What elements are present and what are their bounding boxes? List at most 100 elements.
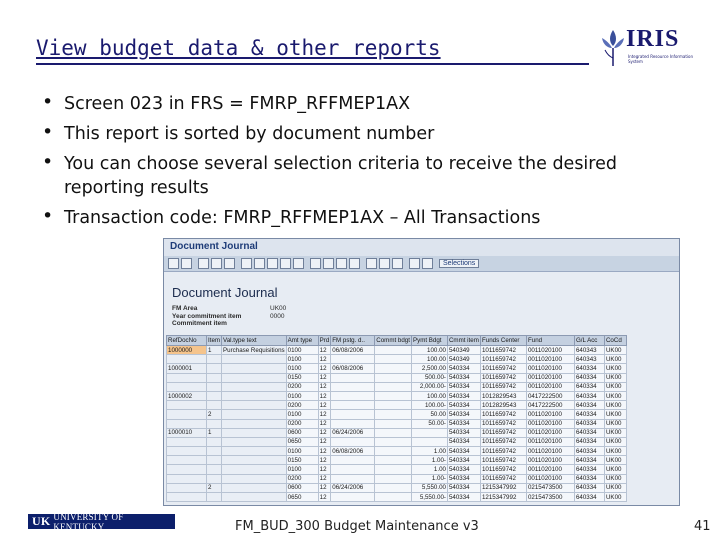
tree-icon[interactable] [422,258,433,269]
column-header[interactable]: Cmmt item [446,335,481,346]
table-row[interactable]: 0200 12 1.00- 540334 1011659742 0011020100 640… [166,473,627,484]
table-cell: 0200 [285,473,319,484]
table-row[interactable]: 2 0600 12 06/24/2006 5,550.00 540334 121534799… [166,482,627,494]
table-cell: 640334 [573,418,605,429]
subtotal-icon[interactable] [293,258,304,269]
table-cell: 12 [317,363,332,374]
table-cell: 0100 [285,363,319,374]
table-row[interactable]: 1000010 1 0600 12 06/24/2006 540334 1011659742… [166,427,627,438]
table-cell [330,455,376,466]
table-row[interactable]: 2 0100 12 50.00 540334 1011659742 0011020100 64… [166,409,627,420]
column-header[interactable]: Item [205,335,223,346]
table-cell [221,427,287,438]
find-next-icon[interactable] [224,258,235,269]
column-header[interactable]: G/L Acc [573,335,605,346]
column-header[interactable]: Amt type [285,335,319,346]
table-cell: 640334 [573,400,605,411]
column-header[interactable]: CoCd [603,335,627,346]
table-cell: 640334 [573,436,605,448]
table-cell: 12 [317,409,332,420]
table-row[interactable]: 0650 12 540334 1011659742 0011020100 640334 UK… [166,436,627,448]
column-header[interactable]: FM pstg. d.. [330,335,376,346]
table-cell [205,491,223,503]
table-cell [221,473,287,484]
table-cell [330,372,376,383]
table-cell [166,381,207,392]
table-cell [221,418,287,429]
table-cell: 100.00 [410,344,448,356]
export-icon[interactable] [310,258,321,269]
table-row[interactable]: 1000002 0100 12 100.00 540334 1012829543 04172… [166,390,627,402]
table-cell [166,482,207,494]
table-cell: 0150 [285,455,319,466]
table-cell [374,436,412,448]
table-cell: 540334 [446,473,481,484]
table-cell: 12 [317,400,332,411]
column-header[interactable]: Funds Center [479,335,527,346]
sort-ascending-icon[interactable] [241,258,252,269]
table-cell [374,427,412,438]
selections-button[interactable]: Selections [439,259,480,268]
save-layout-icon[interactable] [392,258,403,269]
table-row[interactable]: 0200 12 2,000.00- 540334 1011659742 001102010… [166,381,627,392]
info-icon[interactable] [409,258,420,269]
table-cell: 0215473500 [525,482,575,494]
column-header[interactable]: Val.type text [221,335,287,346]
table-cell [166,473,207,484]
total-icon[interactable] [280,258,291,269]
table-cell [330,354,376,365]
print-icon[interactable] [198,258,209,269]
table-cell [205,400,223,411]
local-file-icon[interactable] [349,258,360,269]
select-layout-icon[interactable] [379,258,390,269]
table-cell [166,436,207,448]
select-all-icon[interactable] [168,258,179,269]
table-cell: 1011659742 [479,473,527,484]
table-cell [330,491,376,503]
table-cell: 0011020100 [525,436,575,448]
table-cell: 540349 [446,344,481,356]
table-row[interactable]: 0100 12 1.00 540334 1011659742 0011020100 6403… [166,464,627,475]
table-cell: 0011020100 [525,455,575,466]
table-cell: 0200 [285,400,319,411]
table-cell [221,464,287,475]
table-cell: 640334 [573,491,605,503]
table-cell: 12 [317,427,332,438]
table-cell [374,354,412,365]
column-header[interactable]: Prd [317,335,332,346]
table-cell: 1000000 [166,344,207,356]
iris-logo-text: IRIS [626,26,680,52]
table-row[interactable]: 0100 12 100.00 540349 1011659742 0011020100 64… [166,354,627,365]
table-row[interactable]: 0100 12 06/08/2006 1.00 540334 1011659742 0011… [166,446,627,457]
table-row[interactable]: 0150 12 1.00- 540334 1011659742 0011020100 640… [166,455,627,466]
table-cell [221,436,287,448]
table-row[interactable]: 0150 12 500.00- 540334 1011659742 0011020100 6… [166,372,627,383]
table-row[interactable]: 0200 12 100.00- 540334 1012829543 0417222500 6… [166,400,627,411]
table-cell: 0011020100 [525,418,575,429]
find-icon[interactable] [211,258,222,269]
table-cell: 640334 [573,446,605,457]
word-processing-icon[interactable] [336,258,347,269]
table-cell: 0011020100 [525,381,575,392]
column-header[interactable]: Pymt Bdgt [410,335,448,346]
table-row[interactable]: 0650 12 5,550.00- 540334 1215347992 021547350… [166,491,627,503]
table-cell: 0011020100 [525,409,575,420]
spreadsheet-icon[interactable] [323,258,334,269]
change-layout-icon[interactable] [366,258,377,269]
uk-logo-text: UNIVERSITY OF KENTUCKY [53,511,124,532]
sort-descending-icon[interactable] [254,258,265,269]
table-cell [166,409,207,420]
column-header[interactable]: RefDocNo [166,335,207,346]
filter-icon[interactable] [267,258,278,269]
column-header[interactable]: Commt bdgt [374,335,412,346]
table-cell: UK00 [603,363,627,374]
column-header[interactable]: Fund [525,335,575,346]
table-cell [166,400,207,411]
table-row[interactable]: 1000001 0100 12 06/08/2006 2,500.00 540334 101… [166,363,627,374]
table-row[interactable]: 0200 12 50.00- 540334 1011659742 0011020100 64… [166,418,627,429]
param-label: Year commitment item [172,312,242,320]
table-cell: 1011659742 [479,436,527,448]
table-row[interactable]: 1000000 1 Purchase Requisitions 0100 12 06/08… [166,344,627,356]
deselect-icon[interactable] [181,258,192,269]
bullet-item: Transaction code: FMRP_RFFMEP1AX – All T… [40,204,640,230]
